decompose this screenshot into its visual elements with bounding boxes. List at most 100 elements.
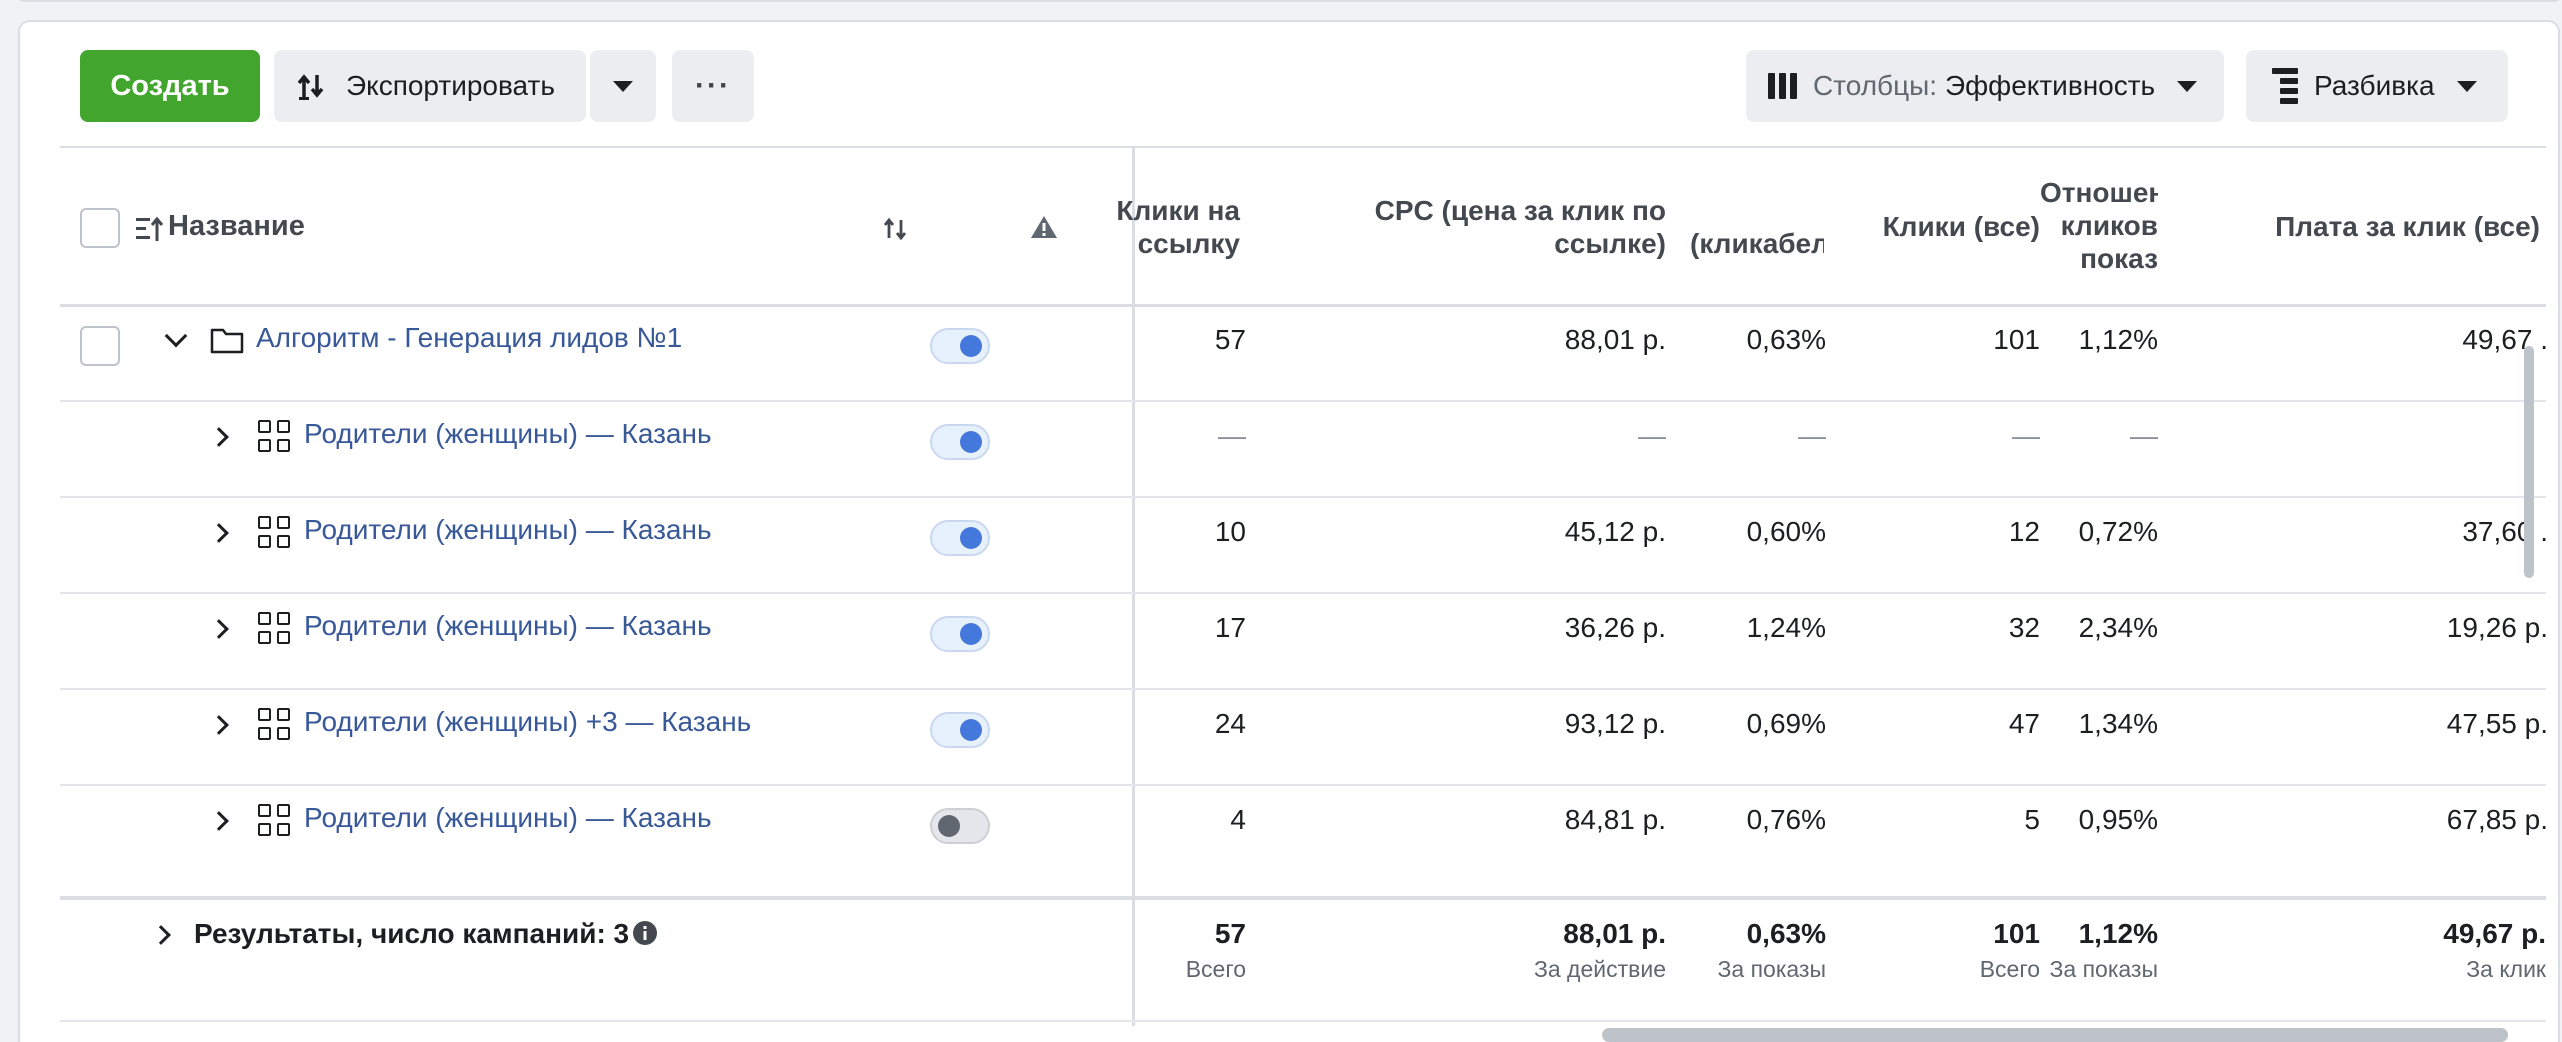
folder-icon bbox=[210, 328, 244, 354]
header-line: кликов bbox=[2060, 210, 2158, 241]
caret-down-icon bbox=[2177, 80, 2198, 92]
cell-cpc-link: 84,81 р. bbox=[1564, 804, 1666, 835]
adset-name-link[interactable]: Родители (женщины) — Казань bbox=[304, 802, 712, 834]
cell-clicks-all: 5 bbox=[2024, 804, 2040, 835]
total-cpc-link-sub: За действие bbox=[1533, 956, 1666, 982]
chevron-right-icon[interactable] bbox=[209, 811, 229, 831]
chevron-right-icon[interactable] bbox=[209, 523, 229, 543]
row-checkbox[interactable] bbox=[80, 326, 120, 366]
total-ratio: 1,12% bbox=[2078, 918, 2158, 949]
cell-cpc-all: 19,26 р. bbox=[2446, 612, 2548, 643]
horizontal-scrollbar[interactable] bbox=[1602, 1028, 2508, 1042]
vertical-scrollbar[interactable] bbox=[2524, 346, 2534, 578]
export-button[interactable]: Экспортировать bbox=[274, 50, 586, 122]
columns-value: Эффективность bbox=[1945, 70, 2156, 101]
cell-cpc-all: 47,55 р. bbox=[2446, 708, 2548, 739]
select-all-checkbox[interactable] bbox=[80, 208, 120, 248]
adset-grid-icon bbox=[258, 804, 290, 836]
header-link-clicks[interactable]: Клики на ссылку bbox=[1090, 194, 1240, 260]
adset-name-link[interactable]: Родители (женщины) — Казань bbox=[304, 514, 712, 546]
header-ratio[interactable]: Отношен кликов показ bbox=[2040, 176, 2158, 275]
cell-cpc-link: — bbox=[1638, 420, 1666, 451]
header-line: ссылку bbox=[1137, 228, 1240, 259]
cell-ratio: 0,95% bbox=[2078, 804, 2158, 835]
table-row[interactable]: Родители (женщины) — Казань 17 36,26 р. … bbox=[60, 594, 2548, 690]
ads-manager-panel: Создать Экспортировать ··· Столбцы: Эффе… bbox=[18, 20, 2560, 1042]
toggle-knob bbox=[960, 623, 982, 645]
adset-name-link[interactable]: Родители (женщины) — Казань bbox=[304, 610, 712, 642]
toggle-knob bbox=[960, 527, 982, 549]
cell-clicks-all: 101 bbox=[1993, 324, 2040, 355]
campaign-name-link[interactable]: Алгоритм - Генерация лидов №1 bbox=[256, 322, 682, 354]
status-toggle[interactable] bbox=[930, 520, 990, 556]
cell-ctr: 0,76% bbox=[1746, 804, 1826, 835]
cell-link-clicks: 17 bbox=[1214, 612, 1246, 643]
chevron-right-icon[interactable] bbox=[209, 427, 229, 447]
columns-button[interactable]: Столбцы: Эффективность bbox=[1746, 50, 2224, 122]
cell-link-clicks: — bbox=[1218, 420, 1246, 451]
header-name[interactable]: Название bbox=[168, 210, 305, 243]
cell-clicks-all: 32 bbox=[2008, 612, 2040, 643]
cell-cpc-all: 67,85 р. bbox=[2446, 804, 2548, 835]
breakdown-label: Разбивка bbox=[2314, 70, 2435, 101]
info-icon[interactable] bbox=[632, 920, 658, 946]
more-options-button[interactable]: ··· bbox=[672, 50, 754, 122]
adset-name-link[interactable]: Родители (женщины) — Казань bbox=[304, 418, 712, 450]
columns-icon bbox=[1768, 73, 1797, 99]
more-icon: ··· bbox=[695, 69, 731, 102]
total-link-clicks: 57 bbox=[1214, 918, 1246, 949]
cell-ctr: 0,63% bbox=[1746, 324, 1826, 355]
adset-grid-icon bbox=[258, 516, 290, 548]
breakdown-button[interactable]: Разбивка bbox=[2246, 50, 2508, 122]
adset-grid-icon bbox=[258, 708, 290, 740]
export-dropdown-button[interactable] bbox=[590, 50, 656, 122]
adset-grid-icon bbox=[258, 612, 290, 644]
table-row[interactable]: Родители (женщины) +3 — Казань 24 93,12 … bbox=[60, 690, 2548, 786]
cell-link-clicks: 10 bbox=[1214, 516, 1246, 547]
create-button[interactable]: Создать bbox=[80, 50, 260, 122]
total-ctr: 0,63% bbox=[1746, 918, 1826, 949]
adset-grid-icon bbox=[258, 420, 290, 452]
chevron-right-icon[interactable] bbox=[209, 619, 229, 639]
table-row[interactable]: Родители (женщины) — Казань 10 45,12 р. … bbox=[60, 498, 2548, 594]
cell-ratio: 1,34% bbox=[2078, 708, 2158, 739]
cell-ctr: 1,24% bbox=[1746, 612, 1826, 643]
chevron-right-icon[interactable] bbox=[209, 715, 229, 735]
cell-link-clicks: 57 bbox=[1214, 324, 1246, 355]
header-clicks-all[interactable]: Клики (все) bbox=[1840, 210, 2040, 243]
header-cpc-all[interactable]: Плата за клик (все) bbox=[2210, 210, 2540, 243]
status-toggle[interactable] bbox=[930, 424, 990, 460]
header-ctr[interactable]: (кликабел bbox=[1690, 227, 1824, 260]
total-ctr-sub: За показы bbox=[1717, 956, 1827, 982]
cell-clicks-all: 47 bbox=[2008, 708, 2040, 739]
total-link-clicks-sub: Всего bbox=[1185, 956, 1246, 982]
cell-ratio: 2,34% bbox=[2078, 612, 2158, 643]
table-row[interactable]: Родители (женщины) — Казань — — — — — bbox=[60, 402, 2546, 498]
sort-icon[interactable] bbox=[134, 214, 164, 244]
table-row[interactable]: Родители (женщины) — Казань 4 84,81 р. 0… bbox=[60, 786, 2548, 882]
cell-link-clicks: 24 bbox=[1214, 708, 1246, 739]
header-cpc-link[interactable]: CPC (цена за клик по ссылке) bbox=[1300, 194, 1666, 260]
cell-link-clicks: 4 bbox=[1230, 804, 1246, 835]
sort-arrows-icon[interactable] bbox=[882, 216, 908, 242]
toggle-knob bbox=[960, 431, 982, 453]
cell-ratio: 1,12% bbox=[2078, 324, 2158, 355]
total-cpc-link: 88,01 р. bbox=[1563, 918, 1666, 949]
header-line: показ bbox=[2080, 243, 2158, 274]
total-cpc-all: 49,67 р. bbox=[2443, 918, 2546, 949]
status-toggle[interactable] bbox=[930, 712, 990, 748]
chevron-right-icon[interactable] bbox=[151, 925, 171, 945]
toggle-knob bbox=[938, 815, 960, 837]
chevron-down-icon[interactable] bbox=[164, 324, 188, 348]
status-toggle[interactable] bbox=[930, 616, 990, 652]
totals-label: Результаты, число кампаний: 3 bbox=[194, 918, 630, 949]
status-toggle[interactable] bbox=[930, 808, 990, 844]
cell-cpc-all: 49,67 . bbox=[2462, 324, 2548, 355]
export-icon bbox=[297, 74, 324, 100]
adset-name-link[interactable]: Родители (женщины) +3 — Казань bbox=[304, 706, 751, 738]
table-row[interactable]: Алгоритм - Генерация лидов №1 57 88,01 р… bbox=[60, 306, 2548, 402]
export-label: Экспортировать bbox=[346, 70, 555, 101]
status-toggle[interactable] bbox=[930, 328, 990, 364]
breakdown-icon bbox=[2272, 68, 2298, 104]
header-line: ссылке) bbox=[1554, 228, 1666, 259]
